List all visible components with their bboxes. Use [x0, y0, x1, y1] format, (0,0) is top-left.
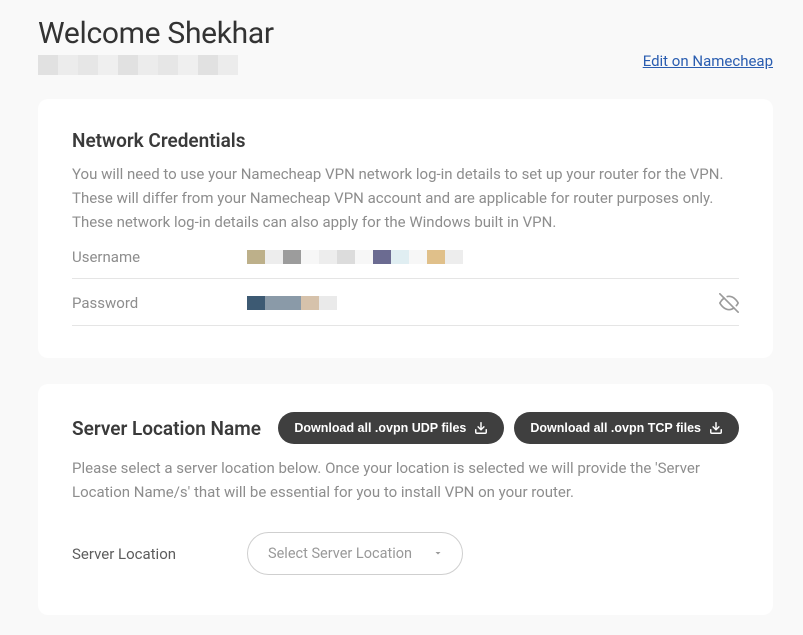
page-title: Welcome Shekhar — [38, 16, 274, 51]
username-label: Username — [72, 248, 247, 266]
download-tcp-label: Download all .ovpn TCP files — [530, 421, 701, 435]
password-label: Password — [72, 294, 247, 312]
download-udp-button[interactable]: Download all .ovpn UDP files — [278, 412, 504, 444]
edit-namecheap-link[interactable]: Edit on Namecheap — [643, 52, 773, 70]
network-credentials-card: Network Credentials You will need to use… — [38, 99, 773, 358]
password-value-redacted — [247, 296, 337, 310]
server-location-title: Server Location Name — [72, 417, 261, 440]
download-icon — [474, 421, 488, 435]
password-row: Password — [72, 279, 739, 326]
toggle-password-visibility-icon[interactable] — [719, 293, 739, 313]
chevron-down-icon — [432, 544, 444, 563]
server-location-description: Please select a server location below. O… — [72, 456, 739, 504]
server-location-card: Server Location Name Download all .ovpn … — [38, 384, 773, 615]
username-value-redacted — [247, 250, 463, 264]
username-row: Username — [72, 234, 739, 279]
subtitle-redacted — [38, 55, 238, 75]
download-udp-label: Download all .ovpn UDP files — [294, 421, 466, 435]
download-icon — [709, 421, 723, 435]
network-credentials-title: Network Credentials — [72, 129, 739, 152]
server-location-select-label: Server Location — [72, 545, 247, 563]
network-credentials-description: You will need to use your Namecheap VPN … — [72, 162, 739, 234]
server-location-select[interactable]: Select Server Location — [247, 532, 463, 575]
download-tcp-button[interactable]: Download all .ovpn TCP files — [514, 412, 739, 444]
server-location-select-placeholder: Select Server Location — [268, 545, 412, 562]
